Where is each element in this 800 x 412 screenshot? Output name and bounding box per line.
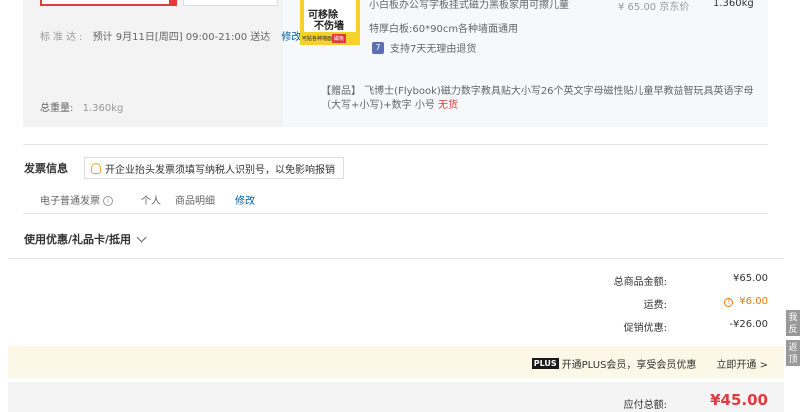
- back-to-top-tab[interactable]: 返顶: [786, 340, 800, 366]
- plus-badge: PLUS: [531, 358, 559, 369]
- product-spec: 特厚白板:60*90cm各种墙面通用: [369, 24, 519, 35]
- return-policy-text: 支持7天无理由退货: [390, 44, 477, 55]
- payable-label: 应付总额:: [623, 400, 667, 411]
- return-policy: 7 支持7天无理由退货: [372, 40, 476, 55]
- shipping-method-option[interactable]: [183, 0, 278, 6]
- discount-value: -¥26.00: [729, 319, 768, 330]
- delivery-value: 预计 9月11日[周四] 09:00-21:00 送达: [92, 32, 271, 43]
- invoice-title: 发票信息: [24, 162, 68, 175]
- goods-total-label: 总商品金额:: [613, 277, 667, 288]
- divider: [8, 258, 784, 259]
- total-weight-label: 总重量:: [40, 103, 74, 114]
- invoice-title-type: 个人: [141, 196, 161, 207]
- goods-total-value: ¥65.00: [733, 273, 768, 284]
- payable-bar: [8, 382, 784, 412]
- product-image[interactable]: 可移除 不伤墙 可贴各种墙面 磁吸: [300, 0, 360, 45]
- coupon-toggle[interactable]: 使用优惠/礼品卡/抵用: [24, 231, 147, 247]
- coupon-label: 使用优惠/礼品卡/抵用: [24, 233, 132, 246]
- order-item-block: 标准达: 预计 9月11日[周四] 09:00-21:00 送达 修改 总重量:…: [23, 0, 768, 127]
- shipping-column: 标准达: 预计 9月11日[周四] 09:00-21:00 送达 修改 总重量:…: [23, 0, 301, 127]
- divider: [23, 144, 768, 145]
- invoice-tip: 开企业抬头发票须填写纳税人识别号，以免影响报销: [84, 157, 344, 179]
- shipping-method-selected[interactable]: [40, 0, 177, 6]
- discount-label: 促销优惠:: [623, 323, 667, 334]
- gift-stock-status: 无货: [438, 100, 459, 111]
- product-image-badge-1: 可贴各种墙面: [302, 35, 333, 42]
- shipping-fee: ! ¥6.00: [724, 296, 768, 307]
- info-icon[interactable]: !: [724, 298, 734, 307]
- plus-promo-bar: PLUS 开通PLUS会员，享受会员优惠 立即开通 >: [8, 346, 784, 378]
- delivery-label: 标准达:: [40, 32, 86, 43]
- return-icon: 7: [372, 41, 384, 54]
- invoice-type: 电子普通发票 i: [40, 192, 127, 207]
- plus-promo-text: 开通PLUS会员，享受会员优惠: [561, 360, 697, 371]
- invoice-details: 电子普通发票 i 个人 商品明细 修改: [40, 192, 269, 207]
- delivery-edit-link[interactable]: 修改: [281, 32, 301, 43]
- payable-value: ¥45.00: [710, 391, 768, 409]
- chevron-down-icon: [136, 232, 147, 242]
- lightbulb-icon: [91, 162, 101, 174]
- feedback-tab[interactable]: 我反: [786, 310, 800, 336]
- shipping-fee-value: ¥6.00: [739, 296, 768, 307]
- gift-text: 飞博士(Flybook)磁力数字教具贴大小写26个英文字母磁性贴儿童早教益智玩具…: [321, 86, 754, 111]
- divider: [23, 213, 768, 214]
- product-weight: 1.360kg: [713, 0, 754, 9]
- delivery-estimate: 标准达: 预计 9月11日[周四] 09:00-21:00 送达 修改: [40, 28, 301, 43]
- info-icon[interactable]: i: [103, 196, 113, 206]
- product-image-badge-2: 磁吸: [332, 34, 347, 43]
- invoice-content: 商品明细: [175, 196, 215, 207]
- total-weight: 总重量: 1.360kg: [40, 99, 123, 114]
- invoice-edit-link[interactable]: 修改: [235, 192, 255, 207]
- product-image-text-2: 不伤墙: [314, 21, 344, 32]
- total-weight-value: 1.360kg: [82, 103, 124, 114]
- shipping-fee-label: 运费:: [643, 300, 667, 311]
- invoice-tip-text: 开企业抬头发票须填写纳税人识别号，以免影响报销: [105, 164, 335, 176]
- product-name[interactable]: 小白板办公写字板挂式磁力黑板家用可擦儿童: [369, 0, 599, 11]
- gift-item: 【赠品】 飞博士(Flybook)磁力数字教具贴大小写26个英文字母磁性贴儿童早…: [321, 85, 771, 113]
- gift-prefix: 【赠品】: [321, 86, 361, 97]
- plus-open-link[interactable]: 立即开通 >: [716, 356, 768, 371]
- product-price: ¥ 65.00 京东价: [618, 2, 690, 13]
